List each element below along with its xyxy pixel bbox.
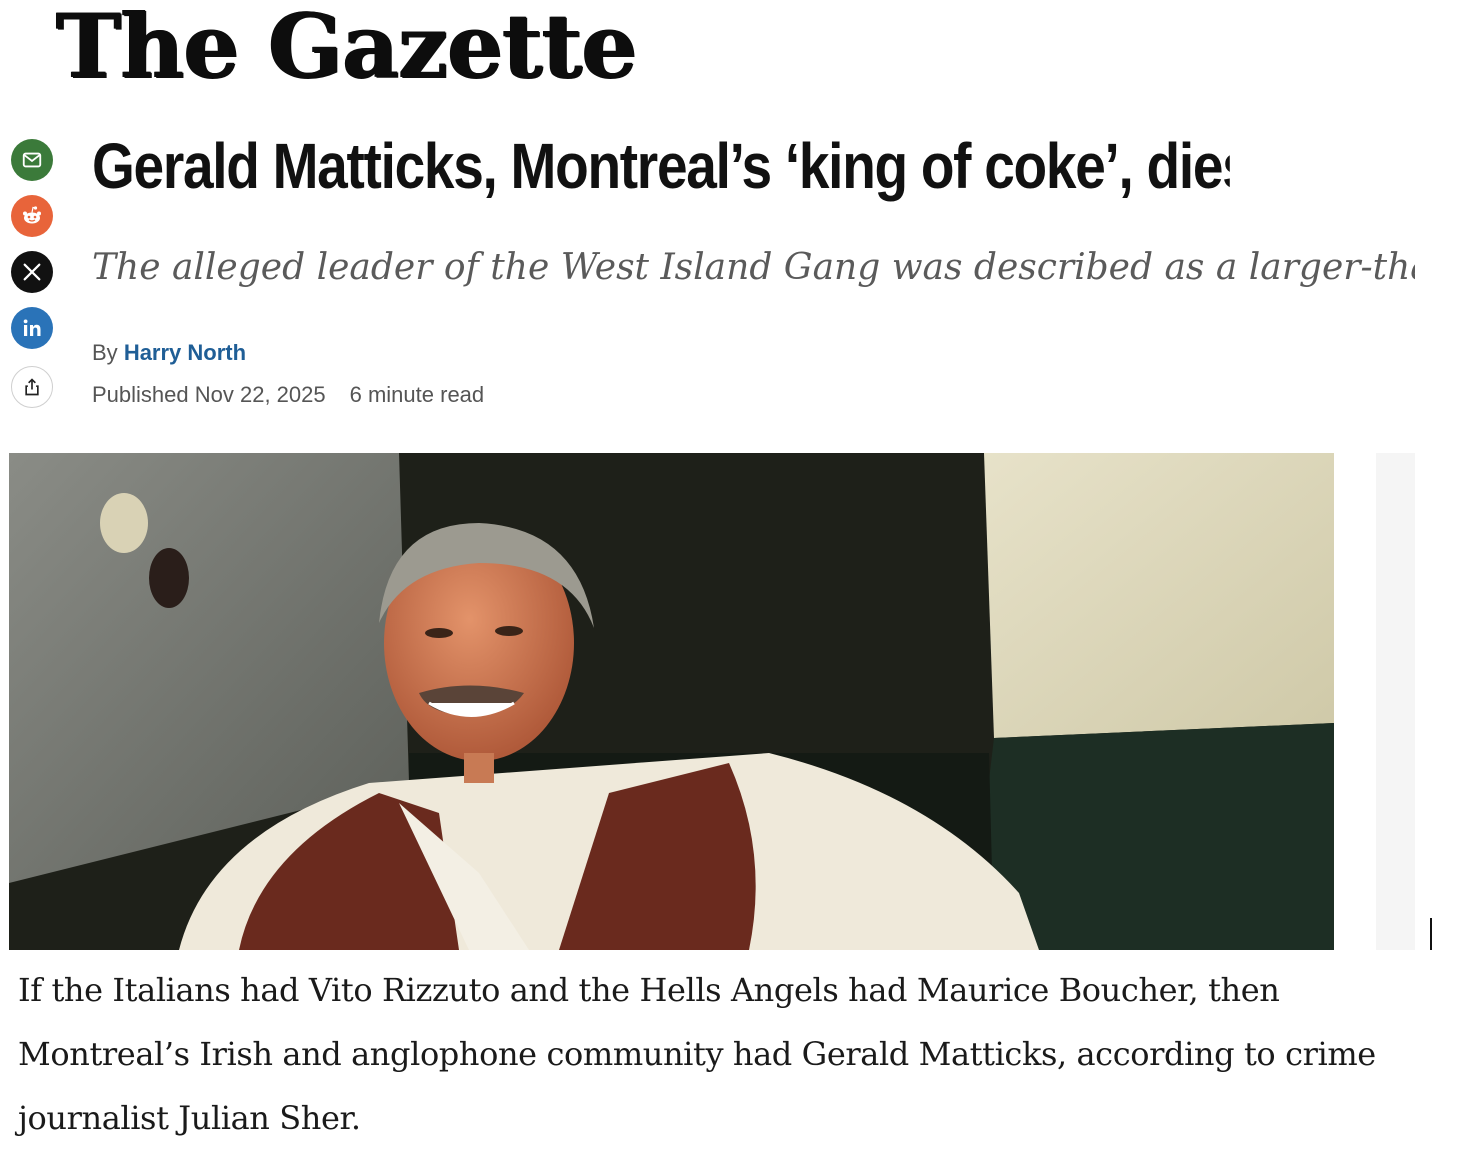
x-share-button[interactable] (11, 251, 53, 293)
share-icon (25, 378, 39, 396)
linkedin-share-button[interactable] (11, 307, 53, 349)
publish-date: Published Nov 22, 2025 (92, 382, 326, 407)
mail-icon (22, 152, 42, 168)
linkedin-icon (23, 319, 41, 336)
byline: By Harry North (92, 339, 246, 367)
byline-prefix: By (92, 340, 118, 365)
reddit-share-button[interactable] (11, 195, 53, 237)
ad-slot (1376, 453, 1415, 950)
photo-illustration (9, 453, 1334, 950)
email-share-button[interactable] (11, 139, 53, 181)
article-paragraph: If the Italians had Vito Rizzuto and the… (18, 971, 1376, 1137)
author-link[interactable]: Harry North (124, 340, 246, 365)
article-deck: The alleged leader of the West Island Ga… (92, 247, 1415, 288)
reddit-icon (23, 206, 41, 224)
read-time: 6 minute read (349, 382, 485, 407)
article-headline: Gerald Matticks, Montreal’s ‘king of cok… (92, 130, 1230, 202)
article-photo (9, 453, 1334, 950)
article-meta: Published Nov 22, 2025 6 minute read (92, 381, 484, 409)
x-icon (23, 263, 41, 281)
text-cursor (1430, 918, 1432, 950)
masthead-logo[interactable]: The Gazette (56, 0, 638, 92)
more-share-button[interactable] (11, 366, 53, 408)
